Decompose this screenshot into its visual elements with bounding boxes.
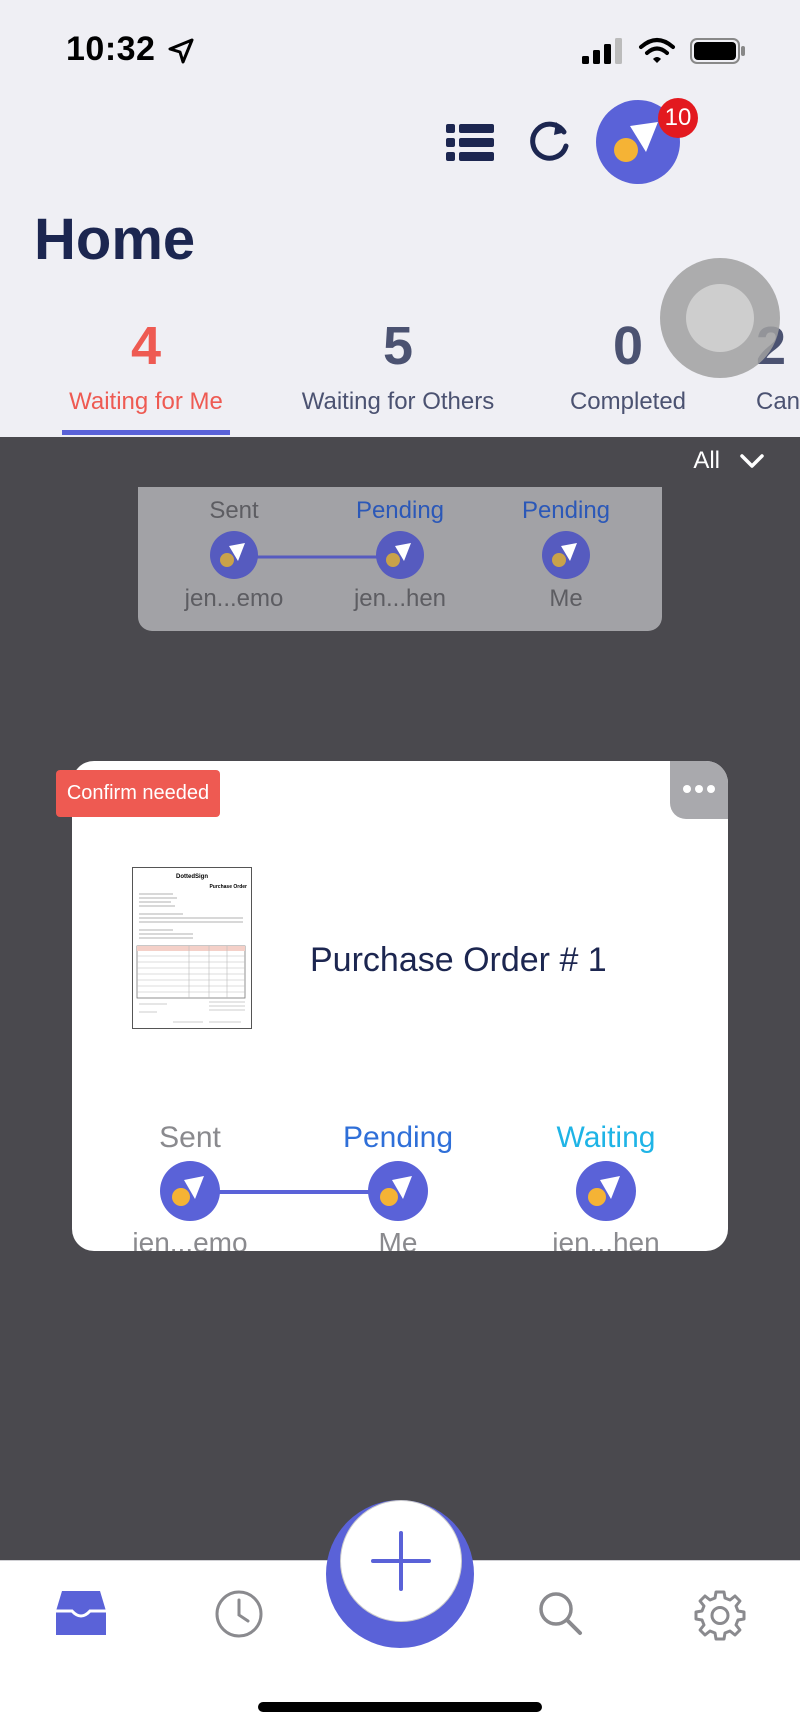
tab-label: Can xyxy=(756,388,800,415)
step-status: Pending xyxy=(342,1121,454,1154)
signer-avatar xyxy=(376,531,424,579)
signer-avatar xyxy=(210,531,258,579)
workflow-step: Pending Me xyxy=(486,497,646,613)
step-signer-name: jen...hen xyxy=(353,585,447,612)
document-card[interactable]: DottedSign Purchase Order Purchase Order… xyxy=(72,761,728,1251)
workflow-step: Waiting jen...hen xyxy=(526,1121,686,1251)
tab-label: Waiting for Others xyxy=(301,388,495,415)
filter-label: All xyxy=(693,447,720,474)
refresh-icon[interactable] xyxy=(526,118,572,164)
create-document-button[interactable] xyxy=(340,1500,462,1622)
filter-dropdown[interactable]: All xyxy=(693,447,764,475)
workflow-step: Pending jen...hen xyxy=(320,497,480,613)
clock-icon[interactable] xyxy=(214,1589,264,1639)
document-list[interactable]: All Sent jen...emo Pending jen...hen Pen… xyxy=(0,437,800,1560)
inbox-icon[interactable] xyxy=(54,1589,108,1637)
step-status: Sent xyxy=(159,1121,221,1154)
touch-indicator xyxy=(660,258,780,378)
tab-count: 5 xyxy=(382,316,414,376)
app-logo-icon xyxy=(220,543,245,567)
signal-icon xyxy=(582,38,622,64)
step-signer-name: Me xyxy=(378,1227,418,1251)
workflow-step: Sent jen...emo xyxy=(110,1121,270,1251)
step-signer-name: jen...emo xyxy=(132,1227,248,1251)
tab-waiting-for-me[interactable]: 4 Waiting for Me xyxy=(52,310,240,416)
notification-badge: 10 xyxy=(658,98,698,138)
step-status: Pending xyxy=(521,497,611,524)
tab-label: Waiting for Me xyxy=(69,388,223,415)
app-logo-icon xyxy=(386,543,411,567)
list-icon[interactable] xyxy=(446,122,494,164)
step-status: Waiting xyxy=(556,1121,656,1154)
signer-avatar xyxy=(542,531,590,579)
workflow-step: Pending Me xyxy=(318,1121,478,1251)
chevron-down-icon xyxy=(740,454,764,468)
tab-waiting-for-others[interactable]: 5 Waiting for Others xyxy=(284,310,512,416)
app-logo-icon xyxy=(380,1176,412,1206)
step-signer-name: Me xyxy=(549,585,583,612)
wifi-icon xyxy=(639,38,675,63)
tab-label: Completed xyxy=(569,388,687,415)
workflow-step: Sent jen...emo xyxy=(154,497,314,613)
document-card[interactable]: Sent jen...emo Pending jen...hen Pending xyxy=(138,487,662,631)
page-title: Home xyxy=(34,207,196,272)
app-logo-icon xyxy=(588,1176,620,1206)
home-indicator[interactable] xyxy=(258,1702,542,1712)
step-status: Pending xyxy=(355,497,445,524)
gear-icon[interactable] xyxy=(694,1589,746,1641)
signer-avatar xyxy=(368,1161,428,1221)
status-time: 10:32 xyxy=(66,30,156,68)
status-bar: 10:32 xyxy=(0,0,800,100)
app-logo-icon xyxy=(172,1176,204,1206)
signer-avatar xyxy=(160,1161,220,1221)
battery-icon xyxy=(690,38,745,64)
header-actions: 10 xyxy=(446,98,766,188)
step-signer-name: jen...emo xyxy=(184,585,284,612)
tab-active-indicator xyxy=(62,430,230,435)
app-logo-icon xyxy=(552,543,577,567)
confirm-needed-badge: Confirm needed xyxy=(56,770,220,817)
location-arrow-icon xyxy=(168,38,194,64)
step-status: Sent xyxy=(209,497,259,524)
plus-icon xyxy=(371,1531,431,1591)
step-signer-name: jen...hen xyxy=(552,1227,660,1251)
signer-avatar xyxy=(576,1161,636,1221)
search-icon[interactable] xyxy=(536,1589,584,1637)
tab-count: 4 xyxy=(130,316,162,376)
